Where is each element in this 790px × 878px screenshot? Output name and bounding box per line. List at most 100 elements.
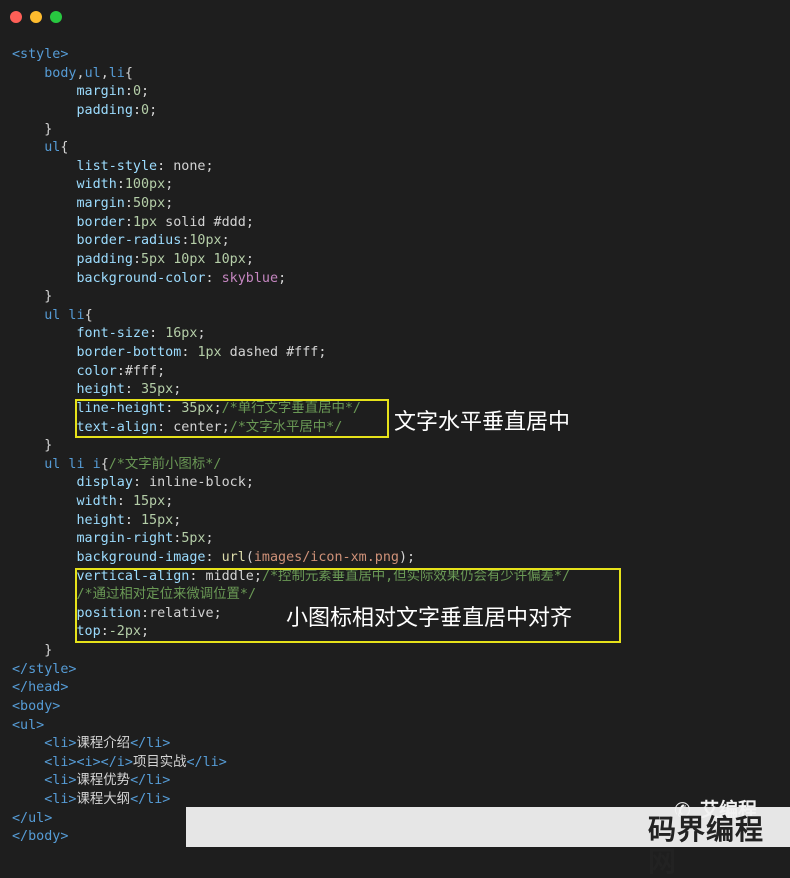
code-line: ul{ [12, 139, 570, 158]
watermark-main-text: 码界编程网 [648, 813, 765, 878]
code-token: ; [205, 531, 214, 547]
code-line: ul li{ [12, 307, 570, 326]
code-token: { [60, 140, 69, 156]
code-token: ; [245, 214, 254, 230]
code-token: 项目实战 [132, 754, 187, 770]
code-line: } [12, 121, 570, 140]
code-token: ( [245, 549, 254, 565]
code-token: body [44, 65, 77, 81]
code-token: <li><i></i> [44, 754, 133, 770]
code-line: ul li i{/*文字前小图标*/ [12, 456, 570, 475]
code-line: list-style: none; [12, 158, 570, 177]
code-token: 0 [141, 102, 150, 118]
code-editor[interactable]: <style> body,ul,li{ margin:0; padding:0;… [12, 46, 570, 847]
code-token: 课程大纲 [76, 792, 131, 807]
code-token: ; [205, 158, 214, 174]
code-token: 课程介绍 [76, 736, 131, 752]
code-token: height [76, 512, 125, 528]
code-token: ; [221, 233, 230, 249]
code-token: margin [76, 196, 125, 211]
code-token: : [124, 196, 133, 211]
code-token: 1px [197, 345, 222, 360]
code-token: ; [165, 177, 174, 193]
code-token: images/icon-xm.png [253, 549, 399, 565]
code-token: , [76, 65, 85, 81]
code-token: : [124, 214, 133, 230]
code-line: padding:5px 10px 10px; [12, 251, 570, 270]
code-token: { [84, 307, 93, 323]
code-token: : [205, 549, 222, 565]
code-token: #fff [124, 363, 158, 379]
code-token: : [205, 270, 222, 286]
code-token: <li> [44, 736, 77, 752]
code-token: ; [165, 196, 174, 211]
code-token: </li> [186, 754, 227, 770]
window-titlebar [0, 0, 790, 34]
code-token: ; [173, 382, 182, 398]
code-token: ul li [44, 307, 85, 323]
code-token: : [124, 84, 133, 100]
code-token: margin [76, 84, 125, 100]
code-token: display [76, 475, 133, 491]
code-line: width:100px; [12, 176, 570, 195]
code-token: 35px [141, 382, 174, 398]
code-token: { [124, 65, 133, 81]
code-line: background-image: url(images/icon-xm.png… [12, 549, 570, 568]
code-token: background-image [76, 549, 206, 565]
code-token: padding [76, 102, 133, 118]
code-token: </li> [130, 736, 171, 752]
code-line: border-bottom: 1px dashed #fff; [12, 344, 570, 363]
maximize-window-button[interactable] [50, 11, 62, 23]
code-token: <body> [12, 698, 61, 714]
code-token: padding [76, 251, 133, 267]
code-token: : [132, 251, 141, 267]
code-token: ul li i [44, 456, 101, 472]
code-token: width [76, 177, 117, 193]
code-token: 15px [141, 512, 174, 528]
code-token: li [108, 65, 125, 81]
code-line: </style> [12, 661, 570, 680]
code-token: </head> [12, 680, 69, 696]
code-token: ); [399, 549, 416, 565]
code-token: 50px [132, 196, 166, 211]
annotation-icon-alignment: 小图标相对文字垂直居中对齐 [286, 606, 573, 631]
code-token: <ul> [12, 717, 45, 733]
code-line: color:#fff; [12, 363, 570, 382]
code-line: padding:0; [12, 102, 570, 121]
code-line: width: 15px; [12, 493, 570, 512]
code-token: </li> [130, 792, 171, 807]
code-token: { [100, 456, 109, 472]
code-token: 10px [189, 233, 222, 249]
code-token: : [116, 177, 125, 193]
code-token: : [132, 102, 141, 118]
code-token: 1px [132, 214, 158, 230]
code-token: } [44, 289, 53, 305]
code-token: solid #ddd [157, 214, 246, 230]
code-token: background-color [76, 270, 206, 286]
minimize-window-button[interactable] [30, 11, 42, 23]
code-token: : [124, 382, 141, 398]
code-token: : [181, 345, 198, 360]
code-token: ; [197, 326, 206, 342]
annotation-text-centering: 文字水平垂直居中 [394, 410, 571, 435]
code-line: margin-right:5px; [12, 530, 570, 549]
code-line: height: 15px; [12, 512, 570, 531]
code-token: : [116, 363, 125, 379]
code-token: , [100, 65, 109, 81]
close-window-button[interactable] [10, 11, 22, 23]
